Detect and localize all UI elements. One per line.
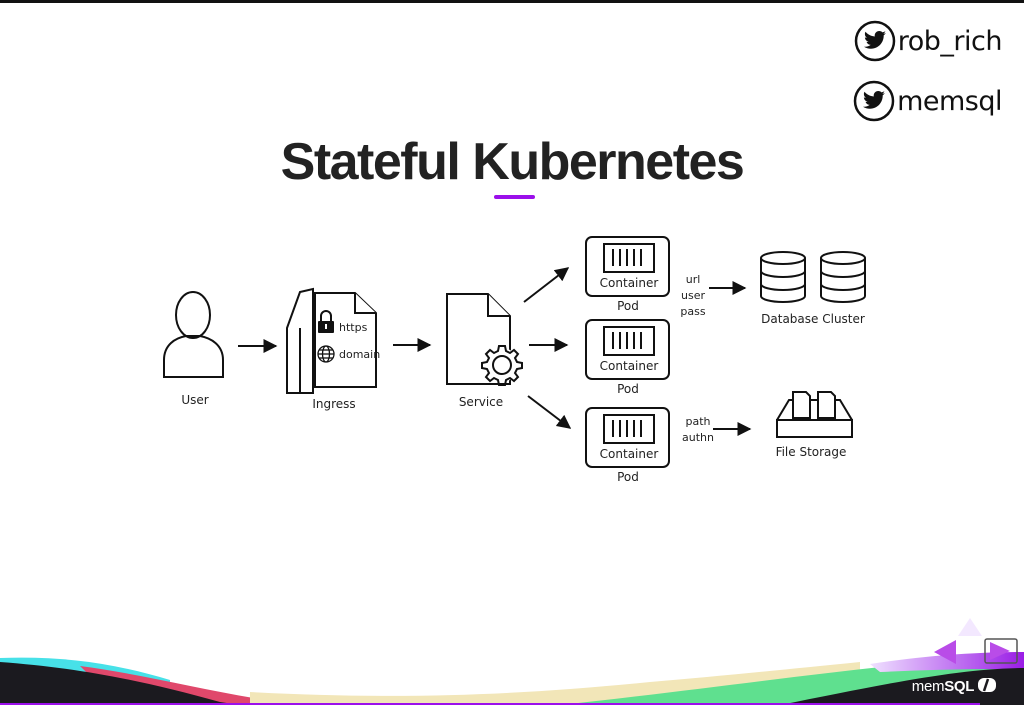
database-cluster-label: Database Cluster (761, 312, 865, 326)
ingress-feature-domain: domain (339, 348, 380, 361)
triangle-right-icon (990, 642, 1010, 660)
file-storage-label: File Storage (776, 445, 847, 459)
pod-label: Pod (617, 470, 639, 484)
arrow-service-to-pod-1 (523, 267, 570, 303)
pod-label: Pod (617, 382, 639, 396)
nav-prev-button[interactable] (934, 640, 956, 664)
triangle-left-icon (934, 640, 956, 664)
db-param-url: url (686, 273, 701, 286)
database-icon (760, 251, 806, 303)
pod-3: Container Pod (585, 407, 670, 484)
db-param-pass: pass (680, 305, 705, 318)
user-label: User (181, 393, 208, 407)
file-storage-icon (776, 391, 853, 438)
file-param-path: path (685, 415, 710, 428)
user-icon (163, 291, 224, 378)
nav-up-button[interactable] (958, 618, 982, 636)
brand-bold: SQL (944, 678, 975, 695)
pod-1: Container Pod (585, 236, 670, 313)
ingress-label: Ingress (312, 397, 355, 411)
pod-label: Pod (617, 299, 639, 313)
arrow-service-to-pod-3 (527, 395, 572, 429)
brand-light: mem (911, 678, 945, 695)
nav-next-button[interactable] (984, 638, 1018, 664)
container-label: Container (600, 276, 659, 290)
service-label: Service (459, 395, 503, 409)
container-label: Container (600, 359, 659, 373)
memsql-logo-icon (978, 678, 996, 692)
db-param-user: user (681, 289, 705, 302)
footer-wave-banner (0, 652, 1024, 705)
container-label: Container (600, 447, 659, 461)
file-param-authn: authn (682, 431, 714, 444)
ingress-feature-https: https (339, 321, 368, 334)
database-icon (820, 251, 866, 303)
memsql-logo: memSQL (912, 678, 996, 695)
triangle-up-icon (958, 618, 982, 636)
pod-2: Container Pod (585, 319, 670, 396)
ingress-icon (286, 287, 377, 394)
gear-icon (481, 345, 523, 386)
